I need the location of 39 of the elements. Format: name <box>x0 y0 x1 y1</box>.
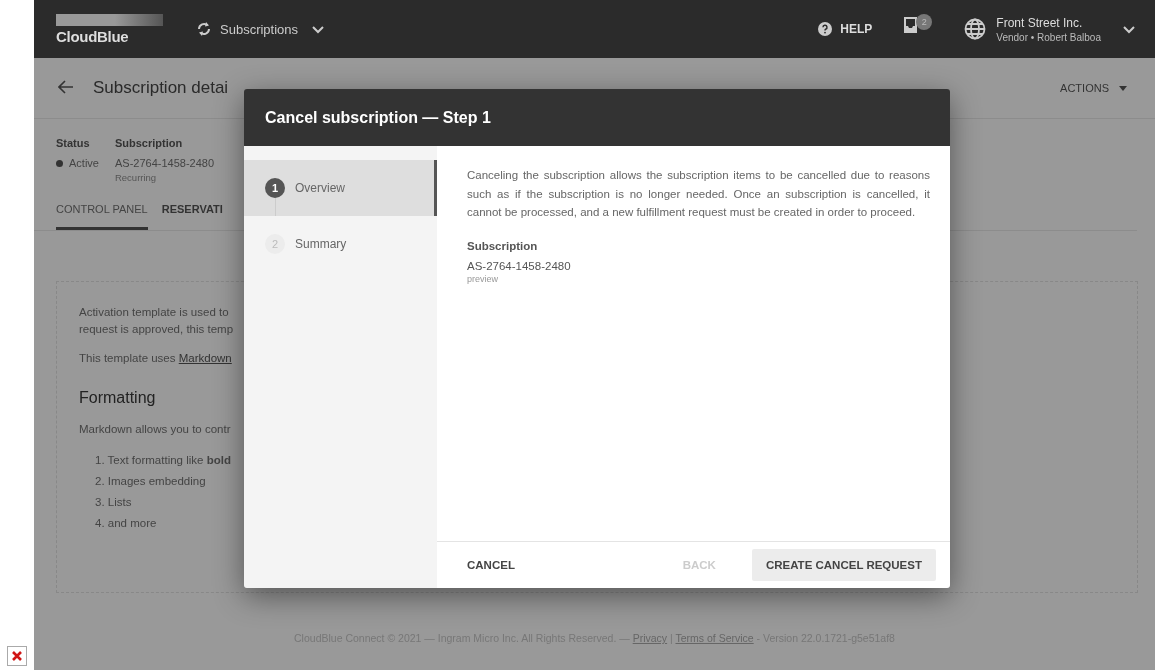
actions-menu[interactable]: ACTIONS <box>1054 81 1133 95</box>
step-number: 1 <box>265 178 285 198</box>
list-item: 1. Text formatting like bold <box>95 453 232 468</box>
field-label: Subscription <box>114 137 184 149</box>
broken-image-icon <box>7 646 27 666</box>
field-label: Subscription <box>467 239 539 252</box>
back-button[interactable] <box>56 80 76 96</box>
chevron-down-icon <box>1123 25 1135 34</box>
card-heading: Formatting <box>79 389 157 407</box>
field-value: AS-2764-1458-2480 <box>467 259 572 272</box>
dialog-button[interactable]: CREATE CANCEL REQUEST <box>751 549 936 581</box>
dialog-description: Canceling the subscription allows the subscription items to be cancelled due to reasons such as if the subscription is no longer needed. Once an subscription is cancelled, it cannot be processed, and a new fulfillment request must be created in order to proceed. <box>467 168 930 220</box>
list-item: 3. Lists <box>95 495 133 510</box>
help-button[interactable]: HELP <box>812 21 879 37</box>
chevron-down-icon <box>312 25 325 34</box>
field-note: Recurring <box>114 172 158 183</box>
globe-icon <box>964 18 987 40</box>
logo-text: CloudBlue <box>56 27 130 45</box>
field-note: preview <box>467 273 499 284</box>
dialog-title: Cancel subscription — Step 1 <box>244 89 950 146</box>
card-text: request is approved, this temp <box>79 322 235 337</box>
tab[interactable]: RESERVATI <box>161 195 223 230</box>
field-label: Status <box>56 137 91 149</box>
page-title: Subscription detai <box>93 78 229 98</box>
sync-icon <box>196 20 212 38</box>
wizard-step[interactable]: 1 Overview <box>244 160 437 216</box>
markdown-link[interactable]: Markdown <box>178 352 232 364</box>
status-value: Active <box>56 157 99 169</box>
card-text: Activation template is used to <box>79 305 230 320</box>
back-arrow-icon <box>58 80 74 94</box>
module-switcher[interactable]: Subscriptions <box>190 19 331 39</box>
card-text: Markdown allows you to contr <box>79 422 232 437</box>
tab[interactable]: CONTROL PANEL <box>56 195 148 230</box>
caret-icon <box>1119 85 1127 91</box>
list-item: 2. Images embedding <box>95 474 207 489</box>
account-menu[interactable]: Front Street Inc. Vendor • Robert Balboa <box>964 15 1135 43</box>
help-icon <box>818 22 833 36</box>
dialog-button[interactable]: CANCEL <box>455 550 527 580</box>
list-item: 4. and more <box>95 516 158 531</box>
